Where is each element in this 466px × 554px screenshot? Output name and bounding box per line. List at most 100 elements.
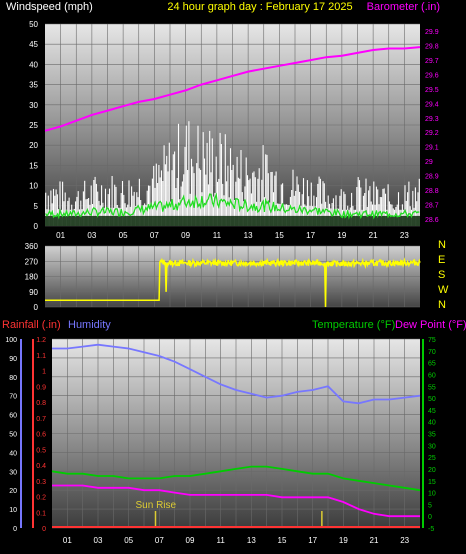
humidity-tick: 30 xyxy=(9,469,17,476)
barometer-tick: 29.2 xyxy=(425,130,439,137)
temperature-tick: 35 xyxy=(428,432,436,439)
x-tick-label: 17 xyxy=(308,536,317,545)
x-tick-label: 21 xyxy=(370,536,379,545)
temperature-humidity-chart: Sun Rise 0102030405060708090100 00.10.20… xyxy=(5,337,436,545)
barometer-tick: 28.7 xyxy=(425,202,439,209)
wind-x-tick-labels: 01 03 05 07 09 11 13 15 17 19 21 23 xyxy=(56,231,409,240)
direction-tick: 360 xyxy=(25,242,39,251)
direction-tick: 0 xyxy=(34,303,39,312)
wind-tick: 50 xyxy=(29,20,38,29)
rain-tick: 0.9 xyxy=(36,384,46,391)
x-tick-label: 11 xyxy=(213,231,222,240)
barometer-tick: 29.5 xyxy=(425,87,439,94)
temperature-tick: 75 xyxy=(428,337,436,344)
x-tick-label: 03 xyxy=(87,231,96,240)
temperature-tick: 20 xyxy=(428,467,436,474)
humidity-tick: 90 xyxy=(9,356,17,363)
rain-tick: 0.5 xyxy=(36,447,46,454)
x-tick-label: 15 xyxy=(275,231,284,240)
windspeed-axis-label: Windspeed (mph) xyxy=(6,1,93,13)
rain-tick: 1.1 xyxy=(36,353,46,360)
temperature-tick: 0 xyxy=(428,514,432,521)
direction-tick-labels: 0 90 180 270 360 xyxy=(25,242,39,312)
wind-tick: 0 xyxy=(34,222,39,231)
compass-tick: N xyxy=(438,299,446,311)
barometer-tick: 29.7 xyxy=(425,58,439,65)
humidity-axis-label: Humidity xyxy=(68,319,111,331)
barometer-tick: 28.9 xyxy=(425,174,439,181)
rain-tick: 0.8 xyxy=(36,400,46,407)
barometer-tick: 28.8 xyxy=(425,188,439,195)
humidity-tick: 60 xyxy=(9,413,17,420)
temperature-tick: 55 xyxy=(428,384,436,391)
humidity-tick: 100 xyxy=(5,337,17,344)
temperature-tick: 45 xyxy=(428,408,436,415)
x-tick-label: 09 xyxy=(181,231,190,240)
x-tick-label: 07 xyxy=(150,231,159,240)
temperature-tick: 65 xyxy=(428,361,436,368)
barometer-tick: 29.6 xyxy=(425,73,439,80)
x-tick-label: 23 xyxy=(400,536,409,545)
wind-tick: 20 xyxy=(29,141,38,150)
x-tick-label: 17 xyxy=(306,231,315,240)
humidity-tick: 0 xyxy=(13,526,17,533)
x-tick-label: 07 xyxy=(155,536,164,545)
compass-tick: W xyxy=(438,284,449,296)
x-tick-label: 21 xyxy=(369,231,378,240)
compass-tick: E xyxy=(438,254,445,266)
x-tick-label: 01 xyxy=(63,536,72,545)
barometer-tick: 29.1 xyxy=(425,145,439,152)
x-tick-label: 11 xyxy=(217,536,226,545)
humidity-tick: 10 xyxy=(9,507,17,514)
rain-tick: 1 xyxy=(42,369,46,376)
x-tick-label: 23 xyxy=(400,231,409,240)
direction-tick: 90 xyxy=(29,288,38,297)
x-tick-label: 05 xyxy=(124,536,133,545)
humidity-tick-labels: 0 10 20 30 40 50 60 70 80 90 100 xyxy=(5,337,17,533)
temperature-tick: 40 xyxy=(428,420,436,427)
rain-tick: 0.1 xyxy=(36,510,46,517)
weather-graph: 24 hour graph day : February 17 2025 Win… xyxy=(2,1,466,545)
x-tick-label: 13 xyxy=(247,536,256,545)
wind-tick-labels: 0 5 10 15 20 25 30 35 40 45 50 xyxy=(29,20,38,231)
wind-tick: 15 xyxy=(29,161,38,170)
direction-tick: 180 xyxy=(25,273,39,282)
x-tick-label: 19 xyxy=(337,231,346,240)
temperature-tick: -5 xyxy=(428,526,434,533)
wind-tick: 5 xyxy=(34,202,39,211)
barometer-tick: 29.8 xyxy=(425,44,439,51)
wind-tick: 35 xyxy=(29,81,38,90)
humidity-tick: 20 xyxy=(9,488,17,495)
graph-title: 24 hour graph day : February 17 2025 xyxy=(167,1,352,13)
humidity-tick: 40 xyxy=(9,450,17,457)
x-tick-label: 19 xyxy=(339,536,348,545)
temperature-tick: 60 xyxy=(428,372,436,379)
humidity-tick: 80 xyxy=(9,375,17,382)
rain-tick: 0.4 xyxy=(36,463,46,470)
wind-direction-chart: 090180270360 NESWN xyxy=(25,239,449,312)
temp-x-tick-labels: 01 03 05 07 09 11 13 15 17 19 21 23 xyxy=(63,536,410,545)
barometer-tick: 29.3 xyxy=(425,116,439,123)
wind-tick: 10 xyxy=(29,182,38,191)
wind-tick: 25 xyxy=(29,121,38,130)
wind-tick: 30 xyxy=(29,101,38,110)
x-tick-label: 01 xyxy=(56,231,65,240)
direction-tick: 270 xyxy=(25,257,39,266)
x-tick-label: 05 xyxy=(119,231,128,240)
rain-tick: 0 xyxy=(42,526,46,533)
temperature-axis-label: Temperature (°F) xyxy=(312,319,395,331)
rain-tick-labels: 0 0.1 0.2 0.3 0.4 0.5 0.6 0.7 0.8 0.9 1 1.1 1.2 xyxy=(36,337,46,533)
rainfall-axis-label: Rainfall (.in) xyxy=(2,319,61,331)
humidity-tick: 70 xyxy=(9,394,17,401)
wind-barometer-chart: 05101520253035404550 28.628.728.828.9292… xyxy=(29,20,439,240)
compass-tick-labels: NESWN xyxy=(438,239,449,311)
wind-tick: 45 xyxy=(29,40,38,49)
barometer-tick: 28.6 xyxy=(425,217,439,224)
barometer-tick: 29.9 xyxy=(425,29,439,36)
temperature-tick: 50 xyxy=(428,396,436,403)
wind-calm-band xyxy=(45,215,420,226)
temperature-tick: 5 xyxy=(428,502,432,509)
rain-tick: 0.7 xyxy=(36,416,46,423)
temperature-tick-labels: -5 0 5 10 15 20 25 30 35 40 45 50 55 60 65 70 75 xyxy=(428,337,436,533)
barometer-tick: 29 xyxy=(425,159,433,166)
